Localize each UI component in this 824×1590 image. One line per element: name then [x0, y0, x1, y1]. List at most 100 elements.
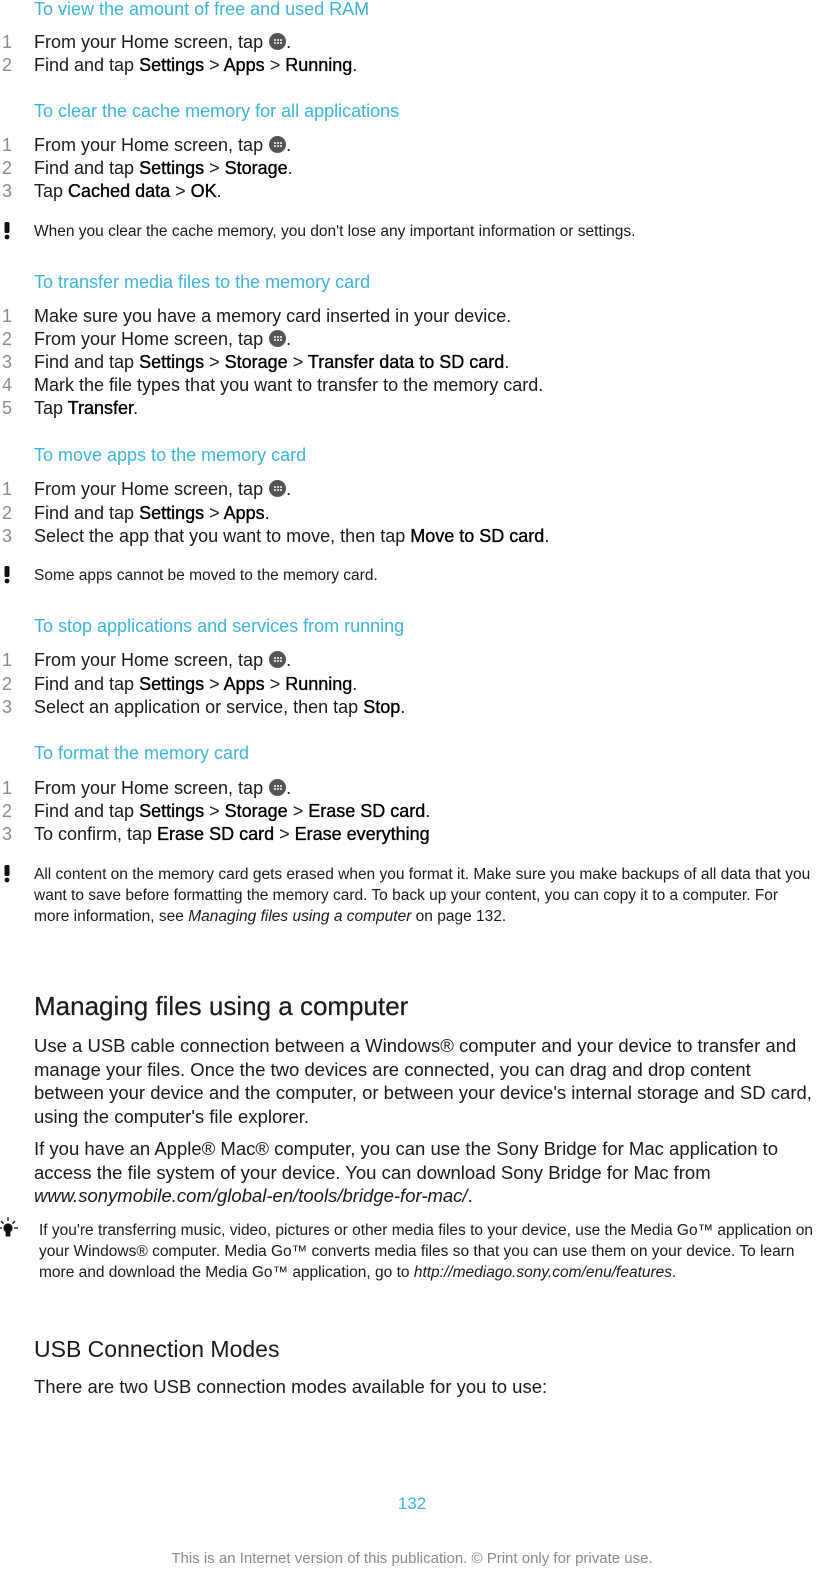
step: 3 Select an application or service, then …: [0, 696, 824, 719]
step-text: Select the app that you want to move, th…: [34, 526, 550, 546]
ui-element-name: Settings: [139, 801, 205, 821]
step-number: 5: [2, 398, 13, 418]
step-number: 1: [2, 135, 13, 155]
apps-grid-icon[interactable]: [269, 330, 287, 347]
step: 2 From your Home screen, tap .: [0, 328, 824, 351]
step-text: Find and tap Settings > Apps > Running.: [34, 674, 358, 694]
step-number: 1: [2, 32, 13, 52]
ui-element-name: Move to SD card: [410, 526, 545, 546]
exclamation-icon: [4, 222, 10, 240]
step-text: From your Home screen, tap .: [34, 479, 292, 499]
ui-element-name: Erase everything: [294, 824, 430, 844]
ui-element-name: Erase SD card: [157, 824, 275, 844]
ui-element-name: Apps: [223, 674, 265, 694]
step-number: 3: [2, 824, 13, 844]
step: 3 Select the app that you want to move, t…: [0, 525, 824, 548]
subsection-heading: USB Connection Modes: [34, 1336, 280, 1362]
step: 2 Find and tap Settings > Apps > Running.: [0, 54, 824, 77]
step-text: Find and tap Settings > Apps.: [34, 503, 270, 523]
step-text: Mark the file types that you want to tra…: [34, 375, 544, 395]
step-number: 2: [2, 158, 13, 178]
ui-element-name: Apps: [223, 503, 265, 523]
ui-element-name: Running: [285, 674, 353, 694]
exclamation-icon: [4, 566, 10, 584]
cross-reference-link[interactable]: Managing files using a computer: [188, 908, 411, 925]
ui-element-name: Settings: [139, 158, 205, 178]
ui-element-name: Storage: [224, 158, 288, 178]
lightbulb-icon: [0, 1217, 18, 1237]
step-text: From your Home screen, tap .: [34, 650, 292, 670]
procedure-title: To format the memory card: [34, 743, 250, 763]
step-number: 3: [2, 697, 13, 717]
apps-grid-icon[interactable]: [269, 779, 287, 796]
step-text: Find and tap Settings > Apps > Running.: [34, 55, 358, 75]
step: 2 Find and tap Settings > Apps.: [0, 502, 824, 525]
exclamation-icon: [4, 865, 10, 883]
note-text: All content on the memory card gets eras…: [34, 866, 811, 925]
ui-element-name: Settings: [139, 674, 205, 694]
apps-grid-icon[interactable]: [269, 33, 287, 50]
step-number: 1: [2, 306, 13, 326]
step-number: 2: [2, 674, 13, 694]
apps-grid-icon[interactable]: [269, 480, 287, 497]
step: 1 From your Home screen, tap .: [0, 31, 824, 54]
step-text: Tap Transfer.: [34, 398, 139, 418]
ui-element-name: Apps: [223, 55, 265, 75]
step: 2 Find and tap Settings > Storage.: [0, 157, 824, 180]
step-text: From your Home screen, tap .: [34, 135, 292, 155]
ui-element-name: Storage: [224, 801, 288, 821]
step-number: 3: [2, 352, 13, 372]
section-paragraph: If you have an Apple® Mac® computer, you…: [34, 1138, 779, 1206]
ui-element-name: Storage: [224, 352, 288, 372]
step-number: 2: [2, 801, 13, 821]
step: 1 From your Home screen, tap .: [0, 478, 824, 501]
step-number: 1: [2, 479, 13, 499]
step-number: 1: [2, 650, 13, 670]
procedure-title: To stop applications and services from r…: [34, 616, 405, 636]
step: 1 From your Home screen, tap .: [0, 777, 824, 800]
step-text: From your Home screen, tap .: [34, 778, 292, 798]
ui-element-name: Stop: [363, 697, 401, 717]
ui-element-name: Transfer data to SD card: [307, 352, 505, 372]
note-text: When you clear the cache memory, you don…: [34, 223, 636, 240]
step-text: From your Home screen, tap .: [34, 329, 292, 349]
ui-element-name: Transfer: [67, 398, 134, 418]
media-go-link[interactable]: http://mediago.sony.com/enu/features: [414, 1264, 672, 1281]
section-heading: Managing files using a computer: [34, 991, 409, 1021]
step: 3 Find and tap Settings > Storage > Trans…: [0, 351, 824, 374]
step-text: To confirm, tap Erase SD card > Erase ev…: [34, 824, 430, 844]
step-number: 2: [2, 55, 13, 75]
ui-element-name: Settings: [139, 503, 205, 523]
procedure-title: To clear the cache memory for all applic…: [34, 101, 400, 121]
ui-element-name: Settings: [139, 352, 205, 372]
bridge-for-mac-link[interactable]: www.sonymobile.com/global-en/tools/bridg…: [34, 1185, 468, 1206]
step: 1 From your Home screen, tap .: [0, 134, 824, 157]
ui-element-name: Settings: [139, 55, 205, 75]
footer-notice: This is an Internet version of this publ…: [171, 1550, 653, 1567]
step: 5 Tap Transfer.: [0, 397, 824, 420]
step-number: 3: [2, 526, 13, 546]
step-number: 2: [2, 329, 13, 349]
step-number: 4: [2, 375, 13, 395]
step-text: Tap Cached data > OK.: [34, 181, 222, 201]
apps-grid-icon[interactable]: [269, 136, 287, 153]
procedure-title: To view the amount of free and used RAM: [34, 0, 370, 19]
ui-element-name: Erase SD card: [308, 801, 426, 821]
step: 3 Tap Cached data > OK.: [0, 180, 824, 203]
step: 2 Find and tap Settings > Apps > Running.: [0, 673, 824, 696]
ui-element-name: Running: [285, 55, 353, 75]
step-number: 1: [2, 778, 13, 798]
procedure-title: To move apps to the memory card: [34, 445, 307, 465]
apps-grid-icon[interactable]: [269, 651, 287, 668]
step-text: Find and tap Settings > Storage > Transf…: [34, 352, 510, 372]
step: 4 Mark the file types that you want to tr…: [0, 374, 824, 397]
step: 2 Find and tap Settings > Storage > Erase…: [0, 800, 824, 823]
step-text: Make sure you have a memory card inserte…: [34, 306, 512, 326]
tip-text: If you're transferring music, video, pic…: [39, 1222, 814, 1281]
step: 1 From your Home screen, tap .: [0, 649, 824, 672]
ui-element-name: OK: [190, 181, 217, 201]
procedure-title: To transfer media files to the memory ca…: [34, 272, 371, 292]
step-number: 3: [2, 181, 13, 201]
step-text: Find and tap Settings > Storage.: [34, 158, 293, 178]
step-text: From your Home screen, tap .: [34, 32, 292, 52]
